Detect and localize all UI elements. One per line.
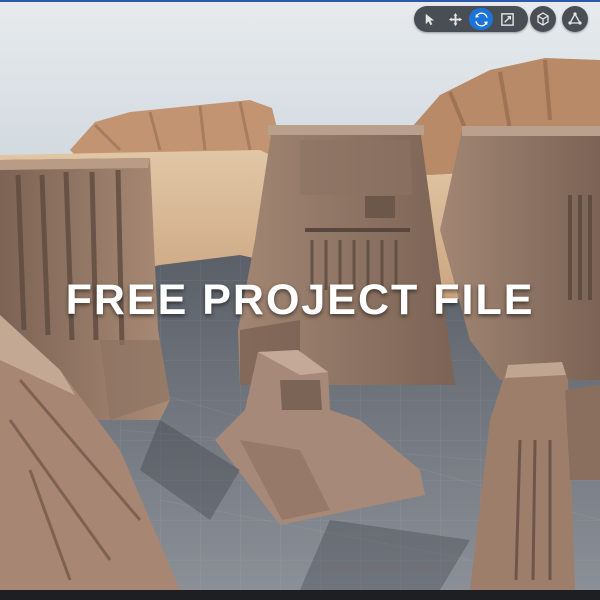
world-snap-button[interactable] [562, 6, 588, 32]
select-tool-button[interactable] [417, 8, 441, 30]
rotate-tool-button[interactable] [469, 8, 493, 30]
world-snap-icon [567, 11, 583, 27]
move-arrows-icon [448, 12, 463, 27]
scale-icon [500, 12, 515, 27]
level-viewport[interactable]: FREE PROJECT FILE [0, 0, 600, 600]
transform-toolbar [414, 6, 528, 32]
cursor-icon [422, 12, 437, 27]
viewport-bottom-bar [0, 590, 600, 600]
rotate-icon [474, 12, 489, 27]
move-tool-button[interactable] [443, 8, 467, 30]
perspective-camera-button[interactable] [530, 6, 556, 32]
scale-tool-button[interactable] [495, 8, 519, 30]
perspective-cube-icon [535, 11, 551, 27]
viewport-top-border [0, 0, 600, 2]
promo-overlay-title: FREE PROJECT FILE [65, 276, 535, 324]
